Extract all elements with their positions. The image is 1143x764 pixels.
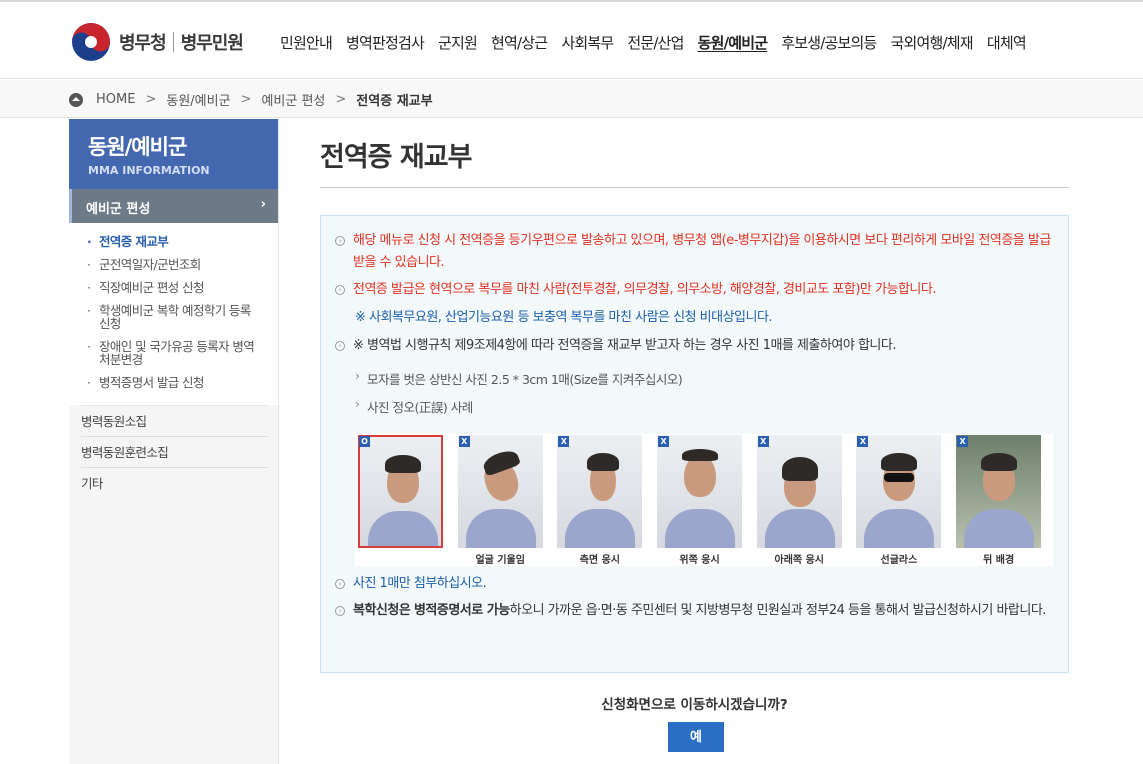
sidebar-header: 동원/예비군 MMA INFORMATION — [69, 119, 278, 189]
photo-image — [557, 435, 643, 548]
page-title: 전역증 재교부 — [320, 142, 472, 173]
logo-subtitle: 병무민원 — [180, 33, 244, 54]
sidebar-item-workplace-reserve[interactable]: 직장예비군 편성 신청 — [87, 281, 264, 294]
wrong-mark-icon: X — [757, 436, 769, 447]
confirm-question: 신청화면으로 이동하시겠습니까? — [601, 697, 788, 713]
sidebar-item-discharge-card[interactable]: 전역증 재교부 — [87, 235, 264, 248]
notice-box: › 해당 메뉴로 신청 시 전역증을 등기우편으로 발송하고 있으며, 병무청 … — [320, 215, 1069, 673]
sidebar-item-discharge-date[interactable]: 군전역일자/군번조회 — [87, 258, 264, 271]
photo-examples: O X 얼굴 기울임 X 측면 응시 X 위쪽 응시 X 아래쪽 응시 X 선글… — [355, 434, 1053, 566]
nav-item-overseas[interactable]: 국외여행/체재 — [891, 32, 974, 53]
photo-caption: 선글라스 — [880, 555, 918, 566]
photo-example-down: X 아래쪽 응시 — [754, 434, 854, 566]
nav-item-civil-guide[interactable]: 민원안내 — [280, 32, 333, 53]
wrong-mark-icon: X — [857, 436, 869, 447]
sidebar-subtitle: MMA INFORMATION — [88, 164, 210, 177]
photo-example-sunglasses: X 선글라스 — [853, 434, 953, 566]
photo-example-up: X 위쪽 응시 — [654, 434, 754, 566]
notice-sub-item: 모자를 벗은 상반신 사진 2.5 * 3cm 1매(Size를 지켜주십시오) — [355, 368, 683, 388]
nav-item-reserve[interactable]: 동원/예비군 — [698, 32, 768, 53]
wrong-mark-icon: X — [458, 436, 470, 447]
notice-item: › 전역증 발급은 현역으로 복무를 마친 사람(전투경찰, 의무경찰, 의무소… — [335, 279, 1055, 301]
breadcrumb-separator: > — [240, 92, 252, 107]
notice-bold-text: 병적증명서로 가능 — [413, 603, 510, 618]
photo-caption: 측면 응시 — [579, 555, 621, 566]
taegeuk-logo-icon — [72, 23, 110, 61]
sidebar: 동원/예비군 MMA INFORMATION 예비군 편성 › 전역증 재교부 … — [69, 119, 279, 764]
correct-mark-icon: O — [359, 436, 370, 447]
bullet-icon: › — [335, 341, 345, 351]
breadcrumb: HOME > 동원/예비군 > 예비군 편성 > 전역증 재교부 — [69, 90, 433, 109]
notice-note: ※ 사회복무요원, 산업기능요원 등 보충역 복무를 마친 사람은 신청 비대상… — [355, 310, 773, 325]
breadcrumb-item[interactable]: 예비군 편성 — [261, 90, 325, 109]
sidebar-menu: 병력동원소집 병력동원훈련소집 기타 — [69, 405, 278, 498]
photo-caption: 아래쪽 응시 — [774, 555, 824, 566]
photo-example-tilted: X 얼굴 기울임 — [455, 434, 555, 566]
nav-item-enlist[interactable]: 군지원 — [438, 32, 478, 53]
logo-divider — [172, 32, 174, 52]
logo[interactable]: 병무청 병무민원 — [71, 22, 244, 62]
sidebar-item-student-reserve[interactable]: 학생예비군 복학 예정학기 등록 신청 — [87, 304, 264, 330]
notice-text: ※ 병역법 시행규칙 제9조제4항에 따라 전역증을 재교부 받고자 하는 경우… — [353, 338, 896, 353]
breadcrumb-home[interactable]: HOME — [96, 92, 135, 107]
yes-button[interactable]: 예 — [668, 722, 724, 752]
notice-item: › 사진 1매만 첨부하십시오. — [335, 573, 1055, 595]
sidebar-item-mobilization[interactable]: 병력동원소집 — [81, 405, 268, 436]
sidebar-item-etc[interactable]: 기타 — [81, 467, 268, 498]
photo-example-correct: O — [355, 434, 455, 566]
logo-text: 병무청 — [119, 33, 167, 54]
wrong-mark-icon: X — [957, 436, 969, 447]
notice-sub-item: 사진 정오(正誤) 사례 — [355, 396, 473, 416]
photo-image — [457, 435, 543, 548]
notice-text: 하오니 가까운 읍·면·동 주민센터 및 지방병무청 민원실과 정부24 등을 … — [509, 603, 1047, 618]
photo-example-side: X 측면 응시 — [554, 434, 654, 566]
sidebar-title: 동원/예비군 — [88, 135, 187, 159]
notice-bold-text: 복학신청은 — [353, 603, 411, 618]
sidebar-section-label: 예비군 편성 — [86, 202, 151, 217]
breadcrumb-item[interactable]: 동원/예비군 — [166, 90, 230, 109]
nav-item-active-duty[interactable]: 현역/상근 — [491, 32, 548, 53]
notice-text: 사진 1매만 첨부하십시오. — [353, 576, 487, 591]
home-icon[interactable] — [69, 92, 83, 107]
photo-image — [856, 435, 942, 548]
breadcrumb-bar: HOME > 동원/예비군 > 예비군 편성 > 전역증 재교부 — [0, 80, 1143, 118]
chevron-right-icon: › — [260, 197, 266, 212]
photo-image — [358, 435, 443, 548]
photo-caption: 얼굴 기울임 — [475, 555, 525, 566]
breadcrumb-separator: > — [145, 92, 157, 107]
sidebar-sub-list: 전역증 재교부 군전역일자/군번조회 직장예비군 편성 신청 학생예비군 복학 … — [69, 223, 278, 405]
bullet-icon: › — [335, 606, 345, 616]
sidebar-item-disabled-change[interactable]: 장애인 및 국가유공 등록자 병역처분변경 — [87, 340, 264, 366]
photo-image — [756, 435, 842, 548]
breadcrumb-separator: > — [335, 92, 347, 107]
notice-item: › 해당 메뉴로 신청 시 전역증을 등기우편으로 발송하고 있으며, 병무청 … — [335, 230, 1055, 274]
breadcrumb-current: 전역증 재교부 — [356, 94, 433, 109]
nav-item-alternative[interactable]: 대체역 — [987, 32, 1027, 53]
sidebar-current-section[interactable]: 예비군 편성 › — [69, 189, 278, 223]
photo-image — [657, 435, 743, 548]
wrong-mark-icon: X — [558, 436, 570, 447]
wrong-mark-icon: X — [658, 436, 670, 447]
bullet-icon: › — [335, 285, 345, 295]
bullet-icon: › — [335, 579, 345, 589]
photo-caption: 위쪽 응시 — [679, 555, 720, 566]
site-header: 병무청 병무민원 민원안내 병역판정검사 군지원 현역/상근 사회복무 전문/산… — [0, 2, 1143, 79]
sidebar-item-mobilization-training[interactable]: 병력동원훈련소집 — [81, 436, 268, 467]
photo-example-background: X 뒤 배경 — [953, 434, 1053, 566]
bullet-icon: › — [335, 236, 345, 246]
notice-text: 전역증 발급은 현역으로 복무를 마친 사람(전투경찰, 의무경찰, 의무소방,… — [353, 282, 936, 297]
title-divider — [320, 187, 1069, 188]
notice-item: › 복학신청은 병적증명서로 가능하오니 가까운 읍·면·동 주민센터 및 지방… — [335, 600, 1055, 622]
notice-text: 해당 메뉴로 신청 시 전역증을 등기우편으로 발송하고 있으며, 병무청 앱(… — [353, 233, 1051, 270]
nav-item-exam[interactable]: 병역판정검사 — [346, 32, 425, 53]
nav-item-candidate[interactable]: 후보생/공보의등 — [781, 32, 877, 53]
main-nav: 민원안내 병역판정검사 군지원 현역/상근 사회복무 전문/산업 동원/예비군 … — [280, 32, 1040, 53]
nav-item-social-service[interactable]: 사회복무 — [561, 32, 614, 53]
photo-image — [956, 435, 1042, 548]
nav-item-industry[interactable]: 전문/산업 — [627, 32, 684, 53]
sidebar-item-certificate[interactable]: 병적증명서 발급 신청 — [87, 376, 264, 389]
notice-item: › ※ 병역법 시행규칙 제9조제4항에 따라 전역증을 재교부 받고자 하는 … — [335, 335, 1055, 357]
photo-caption: 뒤 배경 — [983, 555, 1015, 566]
